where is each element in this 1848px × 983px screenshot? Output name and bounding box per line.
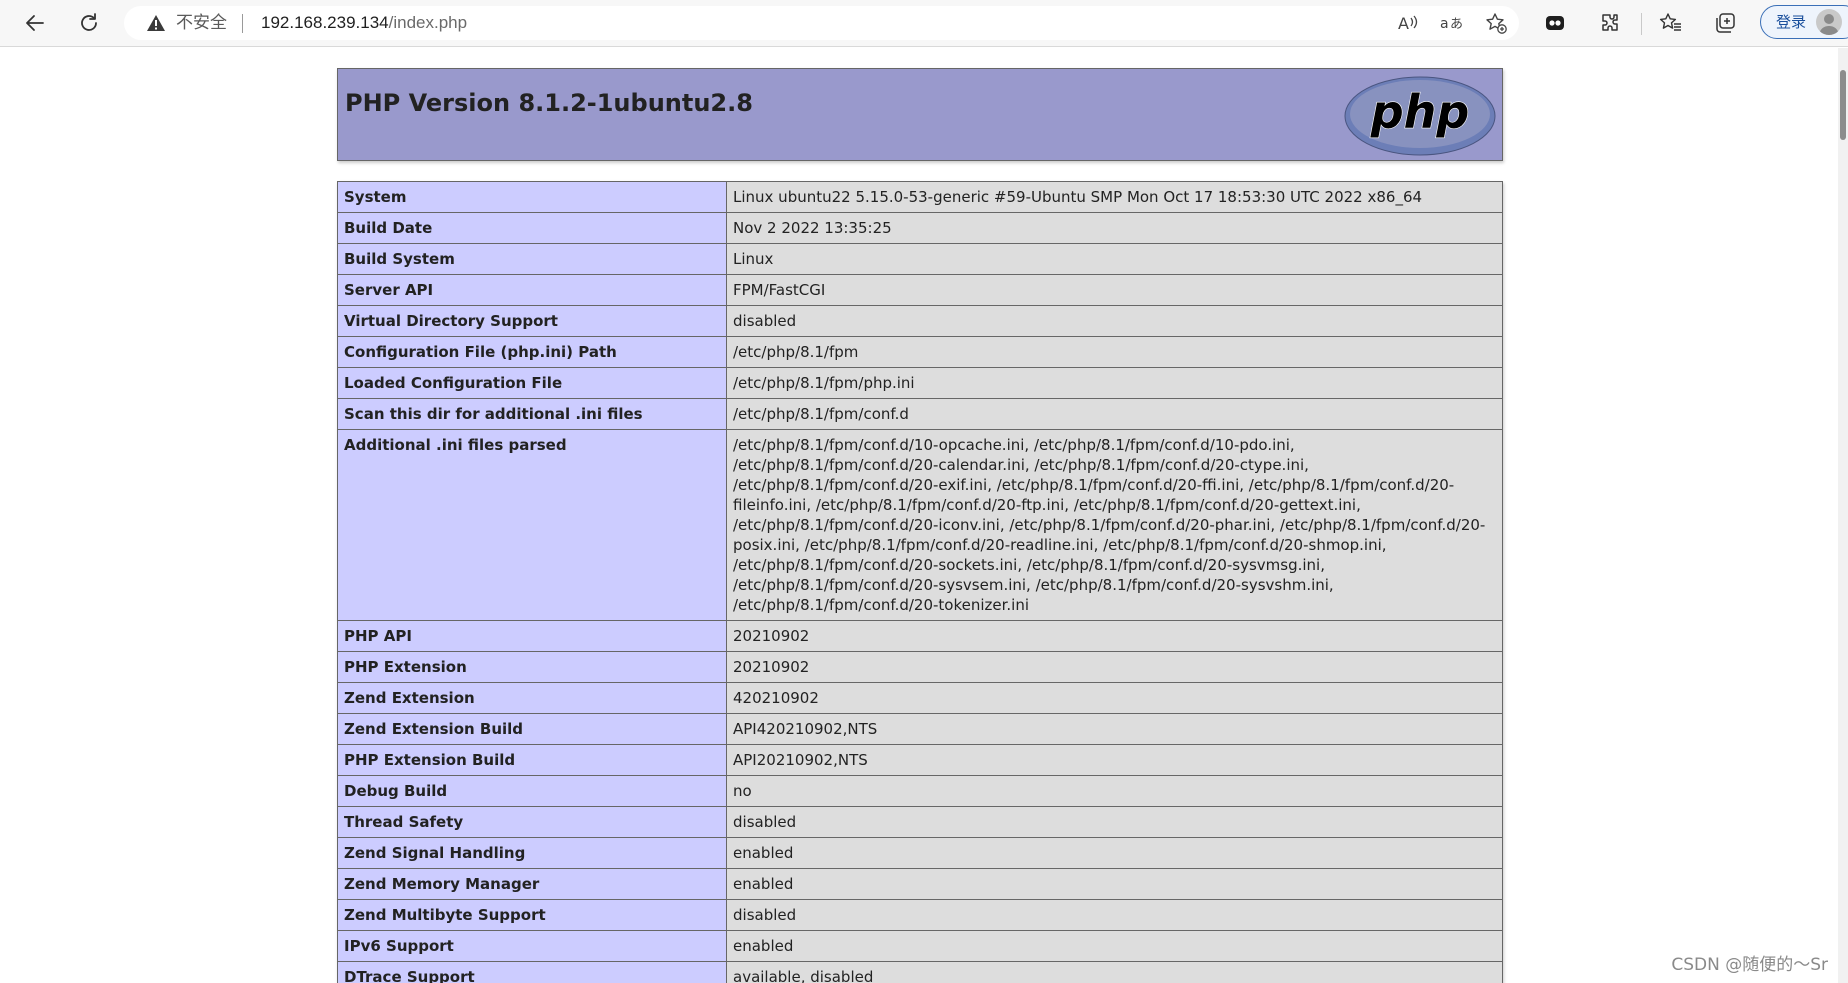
table-row: IPv6 Support enabled (337, 930, 1503, 962)
table-row: Zend Signal Handling enabled (337, 837, 1503, 869)
page-viewport: PHP Version 8.1.2-1ubuntu2.8 php System L… (0, 48, 1848, 983)
refresh-icon[interactable] (72, 7, 106, 39)
table-row: Zend Memory Manager enabled (337, 868, 1503, 900)
row-label: Zend Multibyte Support (337, 899, 727, 931)
row-value: 420210902 (726, 682, 1503, 714)
row-label: Loaded Configuration File (337, 367, 727, 399)
translate-icon[interactable]: aあ (1439, 11, 1465, 35)
row-value: no (726, 775, 1503, 807)
avatar-icon (1816, 9, 1842, 35)
row-value: /etc/php/8.1/fpm (726, 336, 1503, 368)
row-value: enabled (726, 837, 1503, 869)
row-label: Zend Memory Manager (337, 868, 727, 900)
svg-text:a: a (1440, 16, 1449, 32)
table-row: Virtual Directory Support disabled (337, 305, 1503, 337)
row-label: Thread Safety (337, 806, 727, 838)
row-value: disabled (726, 806, 1503, 838)
collections-icon[interactable] (1708, 7, 1742, 39)
row-value: /etc/php/8.1/fpm/conf.d (726, 398, 1503, 430)
address-divider (242, 14, 243, 33)
row-label: Virtual Directory Support (337, 305, 727, 337)
row-label: Configuration File (php.ini) Path (337, 336, 727, 368)
table-row: Additional .ini files parsed/etc/php/8.1… (337, 429, 1503, 621)
table-row: Build System Linux (337, 243, 1503, 275)
php-logo-text: php (1370, 85, 1470, 139)
row-value: /etc/php/8.1/fpm/conf.d/10-opcache.ini, … (726, 429, 1503, 621)
row-value: enabled (726, 930, 1503, 962)
row-value: disabled (726, 305, 1503, 337)
table-row: Loaded Configuration File/etc/php/8.1/fp… (337, 367, 1503, 399)
row-label: Server API (337, 274, 727, 306)
php-logo: php (1344, 76, 1496, 156)
row-value: Nov 2 2022 13:35:25 (726, 212, 1503, 244)
address-bar[interactable]: 不安全 192.168.239.134/index.php A aあ (124, 6, 1519, 40)
row-value: 20210902 (726, 651, 1503, 683)
favorites-icon[interactable] (1654, 7, 1688, 39)
add-favorite-icon[interactable] (1483, 11, 1509, 35)
table-row: Zend Extension Build API420210902,NTS (337, 713, 1503, 745)
row-label: Zend Extension Build (337, 713, 727, 745)
row-value: API20210902,NTS (726, 744, 1503, 776)
table-row: Thread Safety disabled (337, 806, 1503, 838)
row-label: Zend Signal Handling (337, 837, 727, 869)
table-row: Configuration File (php.ini) Path/etc/ph… (337, 336, 1503, 368)
row-value: disabled (726, 899, 1503, 931)
url-text[interactable]: 192.168.239.134/index.php (261, 14, 467, 32)
security-status-label[interactable]: 不安全 (176, 14, 227, 32)
row-value: Linux (726, 243, 1503, 275)
phpinfo-container: PHP Version 8.1.2-1ubuntu2.8 php System L… (337, 68, 1503, 983)
back-icon[interactable] (18, 7, 52, 39)
row-label: Build System (337, 243, 727, 275)
extension-icon[interactable] (1538, 7, 1572, 39)
row-label: PHP Extension Build (337, 744, 727, 776)
row-value: enabled (726, 868, 1503, 900)
php-version-header: PHP Version 8.1.2-1ubuntu2.8 php (337, 68, 1503, 161)
table-row: PHP Extension 20210902 (337, 651, 1503, 683)
table-row: Zend Extension 420210902 (337, 682, 1503, 714)
page-scrollbar[interactable] (1838, 48, 1848, 983)
row-label: Debug Build (337, 775, 727, 807)
read-aloud-icon[interactable]: A (1395, 11, 1421, 35)
row-label: Build Date (337, 212, 727, 244)
scrollbar-thumb[interactable] (1840, 70, 1846, 140)
toolbar-divider (1641, 13, 1642, 35)
row-label: PHP Extension (337, 651, 727, 683)
row-value: Linux ubuntu22 5.15.0-53-generic #59-Ubu… (726, 181, 1503, 213)
table-row: Scan this dir for additional .ini files /… (337, 398, 1503, 430)
php-version-title: PHP Version 8.1.2-1ubuntu2.8 (345, 89, 753, 117)
login-button[interactable]: 登录 (1760, 5, 1848, 39)
table-row: Debug Build no (337, 775, 1503, 807)
table-row: Server API FPM/FastCGI (337, 274, 1503, 306)
row-label: Additional .ini files parsed (337, 429, 727, 621)
row-label: Zend Extension (337, 682, 727, 714)
table-row: PHP API 20210902 (337, 620, 1503, 652)
svg-text:A: A (1398, 14, 1409, 33)
row-value: 20210902 (726, 620, 1503, 652)
table-row: System Linux ubuntu22 5.15.0-53-generic #… (337, 181, 1503, 213)
warning-icon[interactable] (146, 14, 166, 36)
table-row: Zend Multibyte Support disabled (337, 899, 1503, 931)
table-row: Build Date Nov 2 2022 13:35:25 (337, 212, 1503, 244)
row-label: IPv6 Support (337, 930, 727, 962)
svg-text:あ: あ (1450, 17, 1463, 32)
row-label: Scan this dir for additional .ini files (337, 398, 727, 430)
phpinfo-table: System Linux ubuntu22 5.15.0-53-generic #… (337, 181, 1503, 983)
row-value: available, disabled (726, 961, 1503, 983)
row-label: System (337, 181, 727, 213)
table-row: PHP Extension Build API20210902,NTS (337, 744, 1503, 776)
login-label: 登录 (1776, 13, 1807, 31)
row-label: PHP API (337, 620, 727, 652)
url-path: /index.php (388, 13, 468, 32)
row-value: /etc/php/8.1/fpm/php.ini (726, 367, 1503, 399)
row-value: FPM/FastCGI (726, 274, 1503, 306)
url-host: 192.168.239.134 (261, 13, 389, 32)
puzzle-icon[interactable] (1593, 7, 1627, 39)
row-label: DTrace Support (337, 961, 727, 983)
csdn-watermark: CSDN @随便的～Sr (1671, 955, 1828, 975)
row-value: API420210902,NTS (726, 713, 1503, 745)
browser-toolbar: 不安全 192.168.239.134/index.php A aあ 登录 (0, 0, 1848, 47)
table-row: DTrace Support available, disabled (337, 961, 1503, 983)
